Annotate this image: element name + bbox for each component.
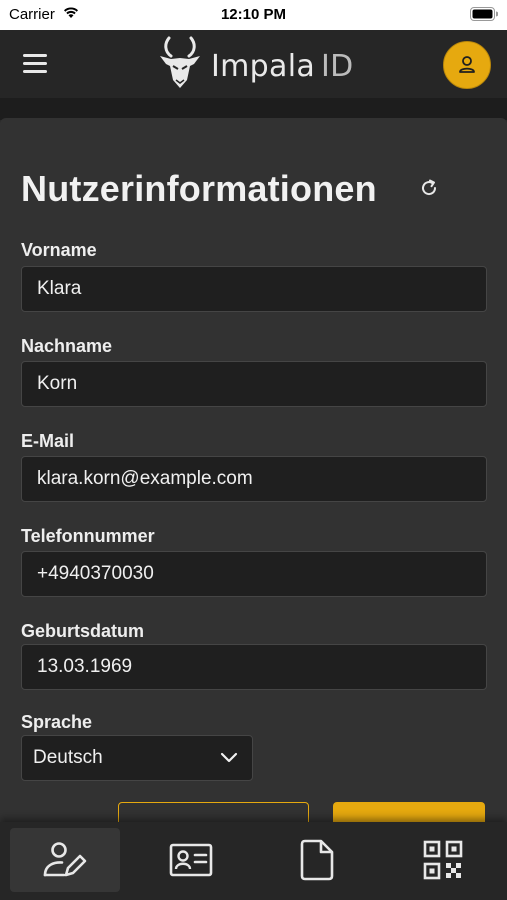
language-label: Sprache (21, 712, 93, 732)
battery-icon (470, 7, 499, 25)
first-name-label: Vorname (21, 240, 97, 260)
status-time: 12:10 PM (220, 6, 287, 23)
hamburger-line (23, 62, 47, 65)
app-header: Impala ID (0, 30, 507, 98)
nav-item-id-card[interactable] (136, 828, 246, 892)
profile-button[interactable] (443, 41, 491, 89)
language-selected-value: Deutsch (33, 747, 103, 768)
logo-name: Impala (211, 49, 316, 84)
chevron-down-icon (220, 752, 238, 763)
app-logo: Impala ID (156, 36, 356, 92)
nav-item-user-info[interactable] (10, 828, 120, 892)
qr-code-icon (423, 840, 463, 880)
email-label: E-Mail (21, 431, 75, 451)
birthdate-label: Geburtsdatum (21, 621, 145, 641)
menu-button[interactable] (20, 50, 50, 76)
last-name-label: Nachname (21, 336, 113, 356)
user-icon (459, 56, 475, 73)
logo-suffix: ID (321, 49, 354, 84)
hamburger-menu-icon (23, 54, 47, 57)
nav-item-documents[interactable] (262, 828, 372, 892)
impala-logo-icon (160, 36, 200, 88)
refresh-icon[interactable] (419, 178, 439, 203)
document-icon (300, 839, 334, 881)
nav-item-qr-code[interactable] (388, 828, 498, 892)
language-select[interactable]: Deutsch (21, 735, 253, 781)
phone-label: Telefonnummer (21, 526, 155, 546)
birthdate-input[interactable]: 13.03.1969 (21, 644, 487, 690)
status-bar: Carrier 12:10 PM (0, 0, 507, 30)
header-divider (0, 98, 507, 120)
last-name-input[interactable]: Korn (21, 361, 487, 407)
user-info-card: Nutzerinformationen Vorname Klara Nachna… (0, 118, 507, 842)
bottom-navigation (0, 822, 507, 900)
email-input[interactable]: klara.korn@example.com (21, 456, 487, 502)
user-edit-icon (43, 842, 87, 877)
page-title: Nutzerinformationen (21, 168, 377, 209)
id-card-icon (169, 843, 213, 877)
hamburger-line (23, 70, 47, 73)
first-name-input[interactable]: Klara (21, 266, 487, 312)
logo-text: Impala ID (211, 49, 354, 84)
phone-input[interactable]: +4940370030 (21, 551, 487, 597)
